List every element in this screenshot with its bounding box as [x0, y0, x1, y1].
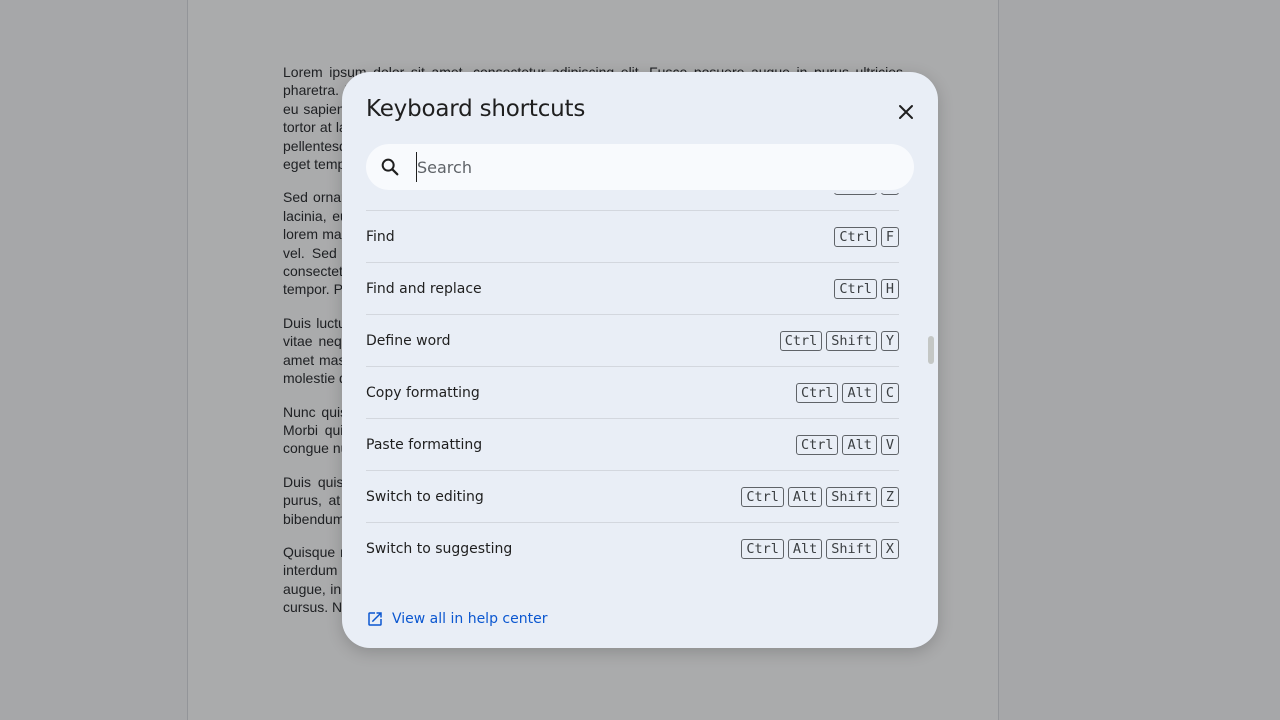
- shortcuts-list: Insert linkCtrlKFindCtrlFFind and replac…: [366, 193, 899, 575]
- help-center-link[interactable]: View all in help center: [366, 608, 547, 630]
- key-cap: Alt: [787, 486, 823, 507]
- shortcut-keys: Ctrl H: [834, 278, 899, 299]
- shortcut-label: Find and replace: [366, 280, 482, 297]
- scrollbar-thumb[interactable]: [928, 336, 934, 364]
- key-cap: Alt: [842, 434, 877, 455]
- shortcut-label: Define word: [366, 332, 451, 349]
- help-center-link-label: View all in help center: [392, 611, 548, 627]
- key-cap: Ctrl: [779, 330, 823, 351]
- close-button[interactable]: [890, 96, 922, 128]
- key-cap: K: [880, 193, 899, 195]
- search-input[interactable]: [416, 152, 877, 182]
- keyboard-shortcuts-dialog: Keyboard shortcuts Insert linkCtrlK Find C…: [342, 72, 938, 648]
- shortcut-row: Find and replace Ctrl H: [366, 263, 899, 315]
- shortcut-keys: Ctrl Shift Y: [779, 330, 899, 351]
- key-cap: Z: [880, 486, 899, 507]
- key-cap: Ctrl: [795, 382, 839, 403]
- key-cap: H: [880, 278, 899, 299]
- shortcut-label: Copy formatting: [366, 384, 480, 401]
- shortcut-row: Switch to editing Ctrl Alt Shift Z: [366, 471, 899, 523]
- shortcut-row: Define word Ctrl Shift Y: [366, 315, 899, 367]
- close-icon: [899, 105, 913, 119]
- shortcut-row: Find Ctrl F: [366, 211, 899, 263]
- shortcut-keys: Ctrl Alt Shift X: [741, 539, 899, 559]
- shortcut-keys: Ctrl F: [834, 226, 899, 247]
- shortcut-label: Find: [366, 228, 395, 245]
- shortcut-keys: CtrlK: [834, 193, 899, 195]
- shortcuts-list-viewport[interactable]: Insert linkCtrlKFindCtrlFFind and replac…: [342, 193, 938, 601]
- key-cap: Alt: [787, 539, 823, 559]
- key-cap: C: [880, 382, 899, 403]
- shortcut-label: Switch to editing: [366, 488, 484, 505]
- key-cap: Alt: [842, 382, 877, 403]
- shortcut-label: Switch to suggesting: [366, 541, 513, 557]
- shortcut-keys: Ctrl Alt Shift Z: [741, 486, 899, 507]
- search-icon: [378, 155, 402, 179]
- shortcut-keys: Ctrl Alt V: [795, 434, 899, 455]
- shortcut-row: Copy formatting Ctrl Alt C: [366, 367, 899, 419]
- key-cap: Ctrl: [834, 278, 877, 299]
- key-cap: Y: [880, 330, 899, 351]
- search-box[interactable]: [366, 144, 914, 190]
- key-cap: Ctrl: [795, 434, 839, 455]
- key-cap: Ctrl: [741, 486, 784, 507]
- shortcut-label: Paste formatting: [366, 436, 483, 453]
- key-cap: F: [880, 226, 899, 247]
- shortcut-row: Switch to suggesting Ctrl Alt Shift X: [366, 523, 899, 575]
- key-cap: Ctrl: [834, 193, 877, 195]
- key-cap: X: [880, 539, 899, 559]
- key-cap: Shift: [826, 330, 877, 351]
- key-cap: Ctrl: [834, 226, 877, 247]
- dialog-title: Keyboard shortcuts: [366, 96, 586, 122]
- key-cap: V: [880, 434, 899, 455]
- key-cap: Ctrl: [741, 539, 784, 559]
- shortcut-row: Paste formatting Ctrl Alt V: [366, 419, 899, 471]
- shortcut-row: Insert linkCtrlK: [366, 193, 899, 211]
- shortcut-keys: Ctrl Alt C: [795, 382, 899, 403]
- key-cap: Shift: [826, 539, 877, 559]
- open-in-new-icon: [368, 612, 382, 626]
- key-cap: Shift: [826, 486, 877, 507]
